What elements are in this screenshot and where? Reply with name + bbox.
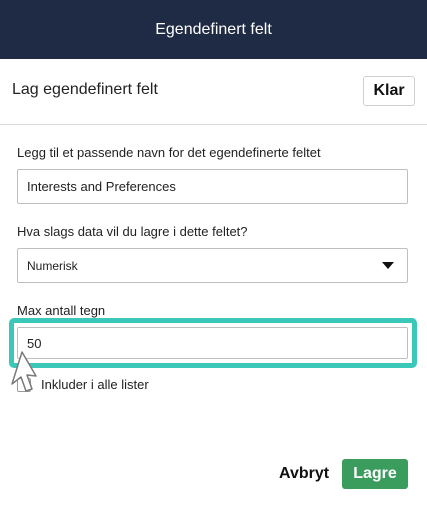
data-type-select[interactable]: Numerisk — [17, 248, 408, 283]
type-field-label: Hva slags data vil du lagre i dette felt… — [17, 224, 248, 239]
max-chars-label: Max antall tegn — [17, 303, 106, 318]
page-title: Lag egendefinert felt — [12, 81, 158, 98]
name-field-label: Legg til et passende navn for det egende… — [17, 145, 321, 160]
window-title: Egendefinert felt — [155, 20, 272, 38]
save-button[interactable]: Lagre — [342, 459, 408, 489]
include-checkbox-label: Inkluder i alle lister — [41, 377, 149, 392]
done-button[interactable]: Klar — [363, 76, 415, 106]
cancel-button[interactable]: Avbryt — [279, 462, 329, 486]
input-highlight — [9, 318, 417, 368]
top-bar: Egendefinert felt — [0, 0, 427, 59]
data-type-value: Numerisk — [27, 258, 78, 273]
chevron-down-icon — [382, 262, 394, 269]
mouse-pointer-icon — [11, 351, 37, 392]
name-field[interactable]: Interests and Preferences — [17, 169, 408, 204]
sub-header: Lag egendefinert felt Klar — [0, 59, 427, 125]
